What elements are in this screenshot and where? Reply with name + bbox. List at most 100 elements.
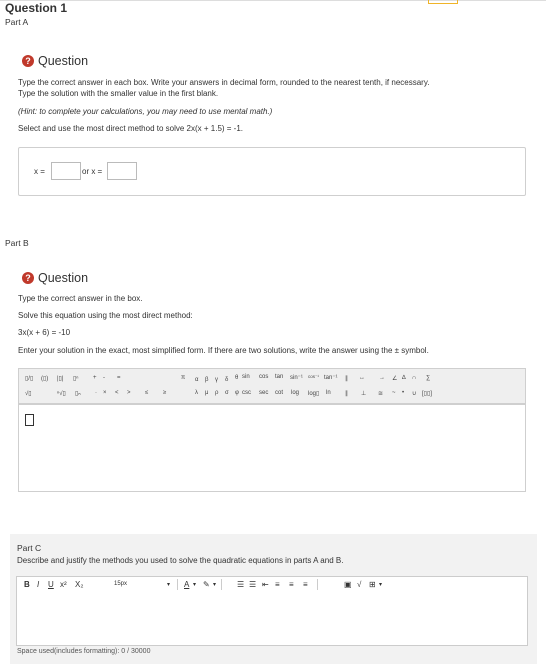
instruction-text: Type the correct answer in each box. Wri…: [18, 78, 430, 87]
lambda-button[interactable]: λ: [195, 390, 198, 396]
chevron-down-icon[interactable]: ▾: [213, 581, 216, 588]
chevron-down-icon[interactable]: ▾: [167, 581, 170, 588]
font-color-icon[interactable]: A: [184, 580, 189, 589]
answer-input-2[interactable]: [107, 162, 137, 180]
align-left-icon[interactable]: ≡: [275, 580, 280, 589]
answer-area: x = or x =: [18, 147, 526, 196]
divider: [221, 579, 222, 590]
response-text-area[interactable]: [16, 593, 528, 646]
answer-input-1[interactable]: [51, 162, 81, 180]
sum-button[interactable]: ∑: [426, 375, 430, 381]
question-title: Question 1: [5, 1, 68, 15]
sec-button[interactable]: sec: [259, 390, 268, 396]
subscript-button[interactable]: ▯ₙ: [75, 390, 81, 397]
greater-equal-button[interactable]: ≥: [163, 390, 166, 396]
less-equal-button[interactable]: ≤: [145, 390, 148, 396]
theta-button[interactable]: θ: [235, 375, 238, 381]
part-c-prompt: Describe and justify the methods you use…: [17, 556, 344, 565]
answer-label-x1: x =: [34, 167, 45, 176]
divider: [177, 579, 178, 590]
underline-icon[interactable]: U: [48, 580, 54, 589]
top-divider: [0, 0, 546, 1]
ln-button[interactable]: ln: [326, 390, 331, 396]
times-button[interactable]: ×: [103, 390, 107, 396]
ray-button[interactable]: →: [379, 375, 385, 381]
sigma-button[interactable]: σ: [225, 390, 229, 396]
part-b-label: Part B: [5, 238, 29, 248]
similar-button[interactable]: ~: [392, 390, 396, 396]
parallel-button[interactable]: ∥: [345, 390, 348, 397]
arccos-button[interactable]: cos⁻¹: [308, 374, 319, 380]
math-answer-editor[interactable]: [18, 404, 526, 492]
align-center-icon[interactable]: ≡: [289, 580, 294, 589]
arcsin-button[interactable]: sin⁻¹: [290, 374, 303, 381]
exponent-button[interactable]: ▯ⁿ: [73, 375, 79, 382]
sin-button[interactable]: sin: [242, 374, 250, 380]
subscript-icon[interactable]: X₂: [75, 580, 83, 589]
equation-text: 3x(x + 6) = -10: [18, 328, 71, 337]
superscript-icon[interactable]: x²: [60, 580, 67, 589]
triangle-button[interactable]: ∆: [402, 375, 406, 381]
dot-button[interactable]: ·: [95, 390, 97, 396]
sqrt-button[interactable]: √▯: [25, 390, 32, 397]
outdent-icon[interactable]: ⇤: [262, 580, 269, 589]
angle-button[interactable]: ∠: [392, 375, 397, 382]
chevron-down-icon[interactable]: ▾: [193, 581, 196, 588]
top-tab-indicator: [428, 0, 458, 4]
image-icon[interactable]: ▣: [344, 580, 352, 589]
bold-icon[interactable]: B: [24, 580, 30, 589]
highlight-icon[interactable]: ✎: [203, 580, 210, 589]
congruent-button[interactable]: ≅: [378, 390, 383, 397]
matrix-button[interactable]: [▯▯]: [422, 390, 432, 397]
alpha-button[interactable]: α: [195, 377, 198, 383]
parallel-bar-button[interactable]: ∥: [345, 375, 348, 382]
instruction-text: Type the solution with the smaller value…: [18, 89, 219, 98]
pi-button[interactable]: π: [181, 375, 185, 381]
question-mark-icon: ?: [22, 272, 34, 284]
arctan-button[interactable]: tan⁻¹: [324, 374, 338, 381]
fraction-button[interactable]: ▯/▯: [25, 375, 33, 382]
hint-text: (Hint: to complete your calculations, yo…: [18, 107, 273, 116]
phi-button[interactable]: φ: [235, 390, 239, 396]
font-size-select[interactable]: 15px: [114, 581, 127, 587]
question-heading-text: Question: [38, 54, 89, 68]
numbered-list-icon[interactable]: ☰: [249, 580, 256, 589]
table-icon[interactable]: ⊞: [369, 580, 376, 589]
bullet-list-icon[interactable]: ☰: [237, 580, 244, 589]
nth-root-button[interactable]: ⁿ√▯: [57, 390, 66, 397]
csc-button[interactable]: csc: [242, 390, 251, 396]
gamma-button[interactable]: γ: [215, 377, 218, 383]
minus-button[interactable]: -: [103, 375, 105, 381]
italic-icon[interactable]: I: [37, 580, 39, 589]
input-placeholder-box: [25, 414, 34, 426]
math-toolbar: ▯/▯ (▯) |▯| ▯ⁿ + - = √▯ ⁿ√▯ ▯ₙ · × < > ≤…: [18, 368, 526, 404]
greater-than-button[interactable]: >: [127, 390, 131, 396]
log-button[interactable]: log: [291, 390, 299, 396]
bullet-button[interactable]: •: [402, 390, 404, 396]
chevron-down-icon[interactable]: ▾: [379, 581, 382, 588]
cos-button[interactable]: cos: [259, 374, 268, 380]
equation-icon[interactable]: √: [357, 580, 361, 589]
beta-button[interactable]: β: [205, 377, 208, 383]
absolute-value-button[interactable]: |▯|: [57, 375, 63, 382]
log-base-button[interactable]: log▯: [308, 390, 319, 397]
part-b-question-heading: ? Question: [22, 271, 88, 285]
intersection-button[interactable]: ∩: [412, 375, 416, 381]
perpendicular-button[interactable]: ⊥: [361, 390, 366, 397]
union-button[interactable]: ∪: [412, 390, 416, 397]
answer-label-x2: or x =: [82, 167, 103, 176]
delta-button[interactable]: δ: [225, 377, 228, 383]
rich-text-toolbar: B I U x² X₂ 15px ▾ A ▾ ✎ ▾ ☰ ☰ ⇤ ≡ ≡ ≡ ▣…: [16, 576, 528, 594]
tan-button[interactable]: tan: [275, 374, 283, 380]
plus-button[interactable]: +: [93, 375, 97, 381]
equals-button[interactable]: =: [117, 375, 121, 381]
cot-button[interactable]: cot: [275, 390, 283, 396]
line-button[interactable]: ↔: [359, 375, 365, 381]
less-than-button[interactable]: <: [115, 390, 119, 396]
rho-button[interactable]: ρ: [215, 390, 218, 396]
align-right-icon[interactable]: ≡: [303, 580, 308, 589]
divider: [317, 579, 318, 590]
parentheses-button[interactable]: (▯): [41, 375, 48, 382]
question-heading-text: Question: [38, 271, 89, 285]
mu-button[interactable]: μ: [205, 390, 208, 396]
